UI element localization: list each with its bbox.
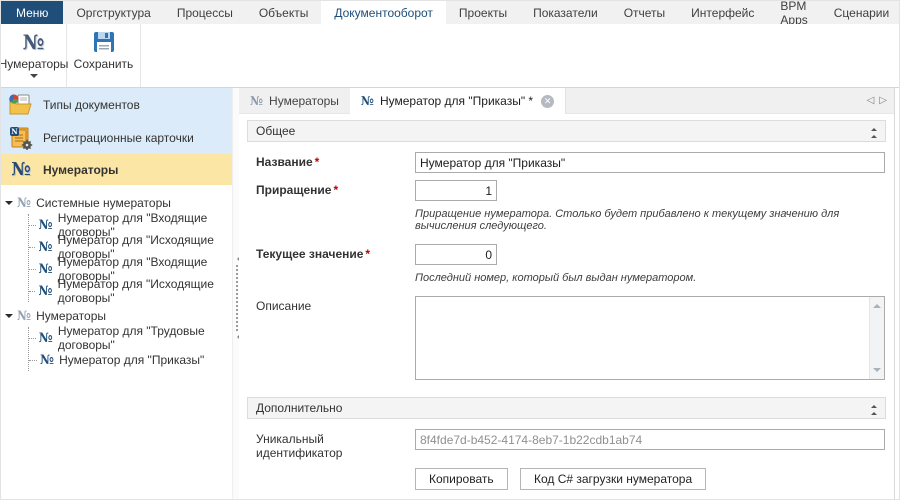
tree-item-label: Нумератор для "Трудовые договоры" — [58, 324, 232, 352]
numerator-icon: № — [361, 94, 374, 108]
menu-item-objects[interactable]: Объекты — [246, 1, 322, 24]
csharp-code-button[interactable]: Код C# загрузки нумератора — [520, 468, 706, 490]
tree-group-label: Системные нумераторы — [36, 196, 171, 210]
tab-label: Нумераторы — [269, 94, 339, 108]
sidebar-item-document-types[interactable]: Типы документов — [1, 88, 232, 121]
field-row-name: Название* — [247, 152, 886, 173]
tree-item-numerator[interactable]: № Нумератор для "Трудовые договоры" — [29, 327, 232, 349]
svg-text:N: N — [11, 127, 18, 136]
menu-bar: Меню Оргструктура Процессы Объекты Докум… — [1, 1, 900, 24]
field-label: Название* — [247, 152, 415, 169]
menu-item-scenarios[interactable]: Сценарии — [821, 1, 900, 24]
field-label: Уникальный идентификатор — [247, 429, 415, 460]
sidebar-splitter[interactable] — [232, 88, 239, 500]
current-value-hint: Последний номер, который был выдан нумер… — [415, 272, 885, 284]
field-label: Текущее значение* — [247, 244, 415, 261]
close-tab-icon[interactable]: ✕ — [541, 95, 554, 108]
sidebar-item-label: Регистрационные карточки — [43, 131, 194, 145]
sidebar-item-label: Нумераторы — [43, 163, 118, 177]
numerators-ribbon-label: Нумераторы — [0, 57, 68, 71]
tab-numerators[interactable]: № Нумераторы — [239, 88, 350, 113]
save-icon — [92, 30, 116, 54]
section-header-additional[interactable]: Дополнительно — [247, 397, 886, 419]
main-panel: № Нумераторы № Нумератор для "Приказы" *… — [239, 88, 895, 499]
numerator-icon: № — [39, 262, 53, 277]
tree-item-numerator[interactable]: № Нумератор для "Приказы" — [29, 349, 232, 371]
field-row-uid: Уникальный идентификатор — [247, 429, 886, 460]
menu-item-reports[interactable]: Отчеты — [611, 1, 678, 24]
navigation-sidebar: Типы документов N — [1, 88, 232, 500]
scroll-tabs-right-icon[interactable]: ▷ — [879, 95, 887, 106]
numerator-form: Общее Название* Приращение* Приращение н… — [239, 114, 894, 490]
numerator-icon: № — [8, 159, 34, 180]
numerator-group-icon: № — [17, 309, 31, 324]
field-row-increment: Приращение* Приращение нумератора. Столь… — [247, 180, 886, 232]
section-header-general[interactable]: Общее — [247, 120, 886, 142]
increment-hint: Приращение нумератора. Столько будет при… — [415, 208, 885, 232]
numerator-icon: № — [38, 284, 52, 299]
menu-button[interactable]: Меню — [1, 1, 63, 24]
scroll-up-icon[interactable] — [873, 300, 881, 308]
field-row-current-value: Текущее значение* Последний номер, котор… — [247, 244, 886, 284]
save-button-label: Сохранить — [74, 57, 134, 71]
scroll-down-icon[interactable] — [873, 368, 881, 376]
application-window: Меню Оргструктура Процессы Объекты Докум… — [0, 0, 900, 500]
numerator-icon: № — [23, 30, 45, 54]
tree-expand-icon[interactable] — [5, 201, 13, 209]
required-marker: * — [365, 247, 370, 261]
buttons-row: Копировать Код C# загрузки нумератора — [247, 468, 886, 490]
numerator-icon: № — [250, 94, 263, 108]
name-input[interactable] — [415, 152, 885, 173]
ribbon: № Нумераторы Сохранить — [1, 24, 900, 88]
current-value-input[interactable] — [415, 244, 497, 265]
increment-input[interactable] — [415, 180, 497, 201]
tree-item-label: Нумератор для "Приказы" — [59, 353, 204, 367]
scroll-tabs-left-icon[interactable]: ◁ — [867, 95, 875, 106]
tree-group-label: Нумераторы — [36, 309, 106, 323]
collapse-section-icon[interactable] — [871, 125, 877, 138]
uid-input[interactable] — [415, 429, 885, 450]
numerator-icon: № — [38, 240, 52, 255]
sidebar-item-label: Типы документов — [43, 98, 140, 112]
numerators-ribbon-button[interactable]: № Нумераторы — [1, 24, 67, 87]
registration-cards-icon: N — [8, 126, 34, 150]
menu-item-indicators[interactable]: Показатели — [520, 1, 611, 24]
tree-expand-icon[interactable] — [5, 314, 13, 322]
menu-item-processes[interactable]: Процессы — [164, 1, 246, 24]
sidebar-item-registration-cards[interactable]: N Регистрационные карточки — [1, 121, 232, 154]
numerator-icon: № — [39, 331, 53, 346]
splitter-dots — [236, 265, 238, 331]
tab-label: Нумератор для "Приказы" * — [380, 94, 533, 108]
document-types-folder-icon — [8, 93, 34, 117]
menu-item-document-flow[interactable]: Документооборот — [321, 1, 446, 24]
tree-item-numerator[interactable]: № Нумератор для "Исходящие договоры" — [29, 280, 232, 302]
document-tabstrip: № Нумераторы № Нумератор для "Приказы" *… — [239, 88, 894, 114]
sidebar-item-numerators[interactable]: № Нумераторы — [1, 154, 232, 185]
numerator-icon: № — [40, 353, 54, 368]
section-title: Дополнительно — [256, 401, 342, 415]
tab-numerator-prikazy[interactable]: № Нумератор для "Приказы" * ✕ — [350, 88, 566, 114]
numerator-icon: № — [39, 218, 53, 233]
field-row-description: Описание — [247, 296, 886, 380]
textarea-scrollbar[interactable] — [869, 297, 884, 379]
section-title: Общее — [256, 124, 295, 138]
numerator-group-icon: № — [17, 196, 31, 211]
menu-item-orgstructure[interactable]: Оргструктура — [63, 1, 163, 24]
field-label: Описание — [247, 296, 415, 313]
menu-item-bpm-apps[interactable]: BPM Apps — [767, 1, 820, 24]
save-button[interactable]: Сохранить — [67, 24, 141, 87]
collapse-section-icon[interactable] — [871, 402, 877, 415]
required-marker: * — [315, 155, 320, 169]
required-marker: * — [333, 183, 338, 197]
field-label: Приращение* — [247, 180, 415, 197]
numerators-tree: № Системные нумераторы № Нумератор для "… — [1, 192, 232, 371]
menu-item-projects[interactable]: Проекты — [446, 1, 520, 24]
tree-item-label: Нумератор для "Исходящие договоры" — [58, 277, 232, 305]
dropdown-caret-icon — [30, 74, 38, 82]
description-textarea[interactable] — [416, 297, 884, 379]
copy-button[interactable]: Копировать — [415, 468, 508, 490]
menu-item-interface[interactable]: Интерфейс — [678, 1, 767, 24]
